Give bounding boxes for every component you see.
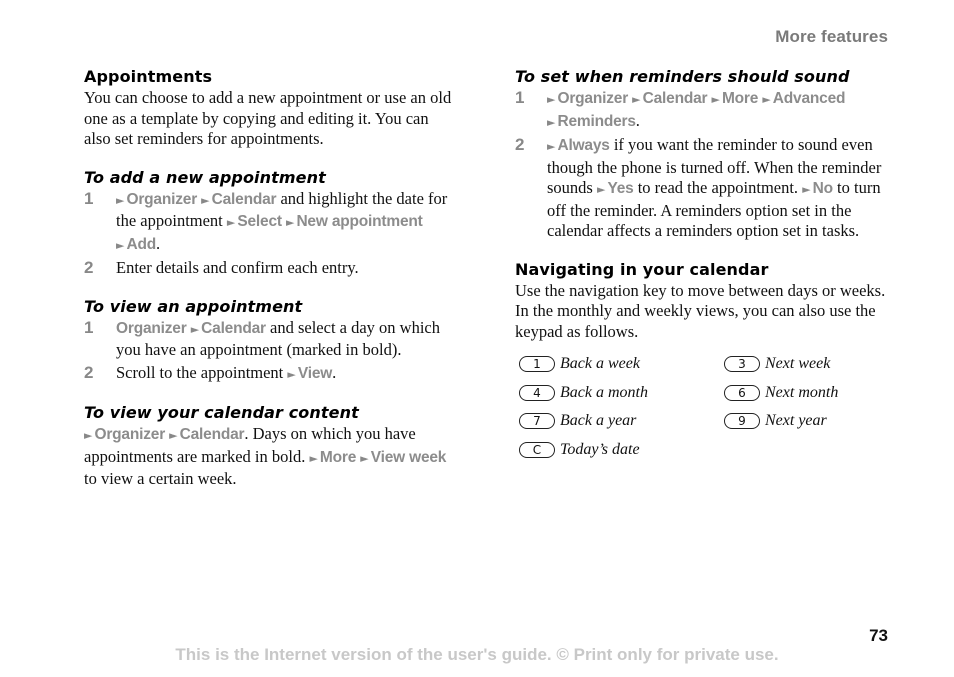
- menu-item-calendar: Calendar: [201, 319, 266, 337]
- page-number: 73: [869, 626, 888, 645]
- menu-arrow-icon: ►: [309, 451, 318, 465]
- menu-arrow-icon: ►: [596, 183, 606, 196]
- section-title: More features: [775, 27, 888, 46]
- menu-arrow-icon: ►: [116, 238, 125, 252]
- menu-item-always: Always: [557, 137, 610, 154]
- reminders-heading: To set when reminders should sound: [515, 67, 850, 86]
- menu-arrow-icon: ►: [547, 93, 556, 106]
- menu-arrow-icon: ►: [226, 216, 236, 229]
- shortcut-next-year: 9 Next year: [724, 411, 904, 432]
- menu-item-view: View: [297, 364, 333, 382]
- key-1-icon: 1: [519, 356, 555, 373]
- shortcut-back-week: 1 Back a week: [519, 354, 724, 375]
- menu-item-organizer: Organizer: [94, 426, 166, 443]
- shortcut-back-month: 4 Back a month: [519, 383, 724, 404]
- add-step-2: 2 Enter details and confirm each entry.: [84, 258, 359, 277]
- view-content-text: ► Organizer ► Calendar. Days on which you …: [84, 424, 447, 488]
- menu-arrow-icon: ►: [169, 429, 178, 442]
- appointments-intro: You can choose to add a new appointment …: [84, 88, 452, 148]
- menu-arrow-icon: ►: [201, 193, 210, 207]
- shortcut-back-year: 7 Back a year: [519, 411, 724, 432]
- navigating-heading: Navigating in your calendar: [515, 259, 769, 279]
- menu-item-select: Select: [237, 213, 282, 230]
- key-c-icon: C: [519, 441, 555, 458]
- key-6-icon: 6: [724, 384, 760, 401]
- step-number: 2: [84, 362, 94, 382]
- menu-arrow-icon: ►: [84, 429, 93, 442]
- menu-item-no: No: [812, 180, 833, 197]
- step-number: 1: [84, 188, 94, 208]
- keypad-shortcuts: 1 Back a week 3 Next week 4 Back a month…: [519, 354, 895, 460]
- menu-item-new-appointment: New appointment: [296, 213, 423, 230]
- step-number: 1: [515, 88, 525, 107]
- menu-arrow-icon: ►: [287, 367, 296, 381]
- step-number: 2: [515, 135, 525, 154]
- key-9-icon: 9: [724, 413, 760, 430]
- menu-item-add: Add: [126, 235, 156, 253]
- shortcut-next-month: 6 Next month: [724, 383, 904, 404]
- right-column: To set when reminders should sound 1 ► Or…: [515, 66, 895, 460]
- menu-arrow-icon: ►: [285, 216, 295, 229]
- menu-arrow-icon: ►: [190, 322, 200, 336]
- add-appointment-heading: To add a new appointment: [84, 167, 326, 187]
- appointments-heading: Appointments: [84, 67, 213, 86]
- footer-notice: This is the Internet version of the user…: [175, 645, 779, 664]
- view-step-2: 2 Scroll to the appointment ► View.: [84, 363, 459, 386]
- menu-item-calendar: Calendar: [211, 190, 277, 208]
- menu-item-more: More: [319, 448, 357, 466]
- menu-item-organizer: Organizer: [126, 190, 198, 208]
- step-number: 1: [84, 317, 94, 337]
- navigating-intro: Use the navigation key to move between d…: [515, 280, 886, 341]
- menu-item-calendar: Calendar: [179, 426, 245, 443]
- menu-arrow-icon: ►: [711, 93, 720, 106]
- key-4-icon: 4: [519, 384, 555, 401]
- key-7-icon: 7: [519, 413, 555, 430]
- menu-item-advanced: Advanced: [772, 90, 846, 107]
- menu-item-reminders: Reminders: [557, 112, 636, 130]
- shortcut-next-week: 3 Next week: [724, 354, 904, 375]
- menu-arrow-icon: ►: [547, 115, 556, 129]
- menu-item-calendar: Calendar: [642, 90, 708, 107]
- menu-item-more: More: [721, 90, 759, 107]
- menu-arrow-icon: ►: [547, 140, 556, 153]
- view-appointment-heading: To view an appointment: [84, 296, 303, 316]
- shortcut-today: C Today’s date: [519, 440, 724, 461]
- reminders-step-1: 1 ► Organizer ► Calendar ► More ► Advanced ►…: [515, 88, 895, 133]
- menu-arrow-icon: ►: [360, 451, 369, 465]
- add-step-1: 1 ► Organizer ► Calendar and highlight the…: [84, 189, 459, 257]
- menu-item-view-week: View week: [370, 448, 447, 466]
- menu-item-yes: Yes: [607, 180, 634, 197]
- reminders-step-2: 2 ► Always if you want the reminder to so…: [515, 135, 882, 240]
- view-content-heading: To view your calendar content: [84, 403, 359, 422]
- menu-item-organizer: Organizer: [557, 90, 629, 107]
- left-column: Appointments You can choose to add a new…: [84, 66, 459, 490]
- step-number: 2: [84, 258, 94, 277]
- menu-arrow-icon: ►: [116, 193, 125, 207]
- menu-arrow-icon: ►: [632, 93, 641, 106]
- menu-item-organizer: Organizer: [116, 319, 187, 337]
- menu-arrow-icon: ►: [802, 183, 811, 196]
- view-step-1: 1 Organizer ► Calendar and select a day o…: [84, 317, 440, 360]
- menu-arrow-icon: ►: [762, 93, 771, 106]
- key-3-icon: 3: [724, 356, 760, 373]
